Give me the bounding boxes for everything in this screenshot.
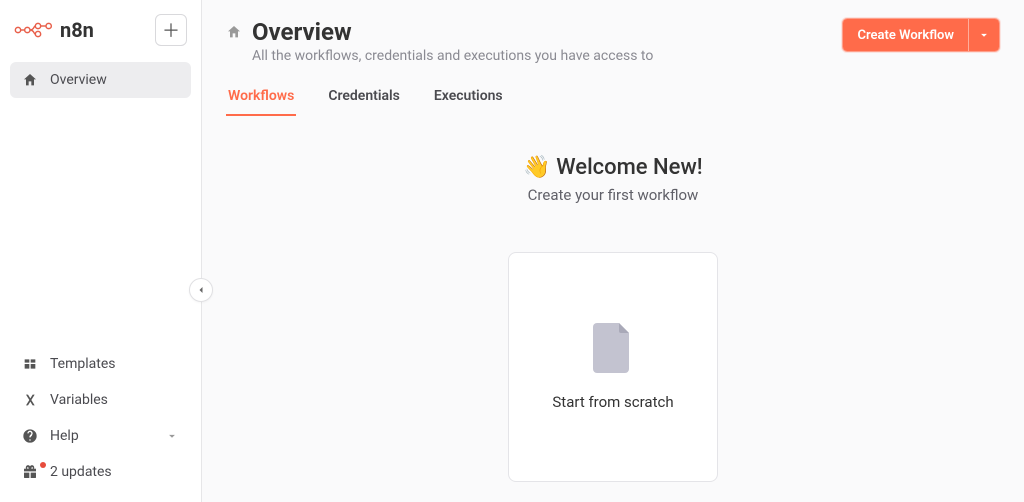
main-content: Overview All the workflows, credentials … [202, 0, 1024, 502]
welcome-subtitle: Create your first workflow [226, 186, 1000, 204]
create-workflow-split-button: Create Workflow [842, 18, 1000, 52]
sidebar-item-label: 2 updates [50, 464, 112, 480]
plus-icon: ＋ [162, 17, 180, 43]
templates-icon [22, 356, 38, 372]
gift-icon [22, 464, 38, 480]
welcome-heading: 👋 Welcome New! [226, 155, 1000, 180]
notification-dot-icon [40, 462, 46, 468]
sidebar-item-overview[interactable]: Overview [10, 62, 191, 98]
sidebar-item-label: Overview [50, 72, 107, 88]
chevron-down-icon [977, 28, 991, 42]
start-from-scratch-card[interactable]: Start from scratch [508, 252, 718, 482]
sidebar-item-label: Templates [50, 356, 116, 372]
help-icon [22, 428, 38, 444]
breadcrumb-home-icon[interactable] [226, 24, 242, 40]
logo[interactable]: n8n [14, 18, 94, 42]
create-workflow-dropdown[interactable] [969, 19, 999, 51]
collapse-sidebar-button[interactable] [189, 278, 213, 302]
card-label: Start from scratch [552, 393, 673, 411]
logo-text: n8n [60, 18, 94, 42]
chevron-left-icon [195, 284, 207, 296]
add-button[interactable]: ＋ [155, 14, 187, 46]
page-subtitle: All the workflows, credentials and execu… [252, 48, 653, 64]
home-icon [22, 72, 38, 88]
sidebar-item-variables[interactable]: Variables [10, 382, 191, 418]
sidebar-item-help[interactable]: Help [10, 418, 191, 454]
sidebar: n8n ＋ Overview Templates [0, 0, 202, 502]
sidebar-item-label: Variables [50, 392, 108, 408]
tab-executions[interactable]: Executions [432, 80, 505, 116]
logo-icon [14, 20, 54, 40]
sidebar-item-templates[interactable]: Templates [10, 346, 191, 382]
variables-icon [22, 392, 38, 408]
wave-emoji-icon: 👋 [523, 155, 550, 180]
sidebar-item-updates[interactable]: 2 updates [10, 454, 191, 490]
file-icon [593, 323, 633, 373]
tab-workflows[interactable]: Workflows [226, 80, 296, 116]
tab-credentials[interactable]: Credentials [326, 80, 402, 116]
create-workflow-label: Create Workflow [857, 28, 954, 43]
page-title: Overview [252, 18, 653, 46]
create-workflow-button[interactable]: Create Workflow [843, 19, 969, 51]
chevron-down-icon [165, 429, 179, 443]
sidebar-item-label: Help [50, 428, 79, 444]
